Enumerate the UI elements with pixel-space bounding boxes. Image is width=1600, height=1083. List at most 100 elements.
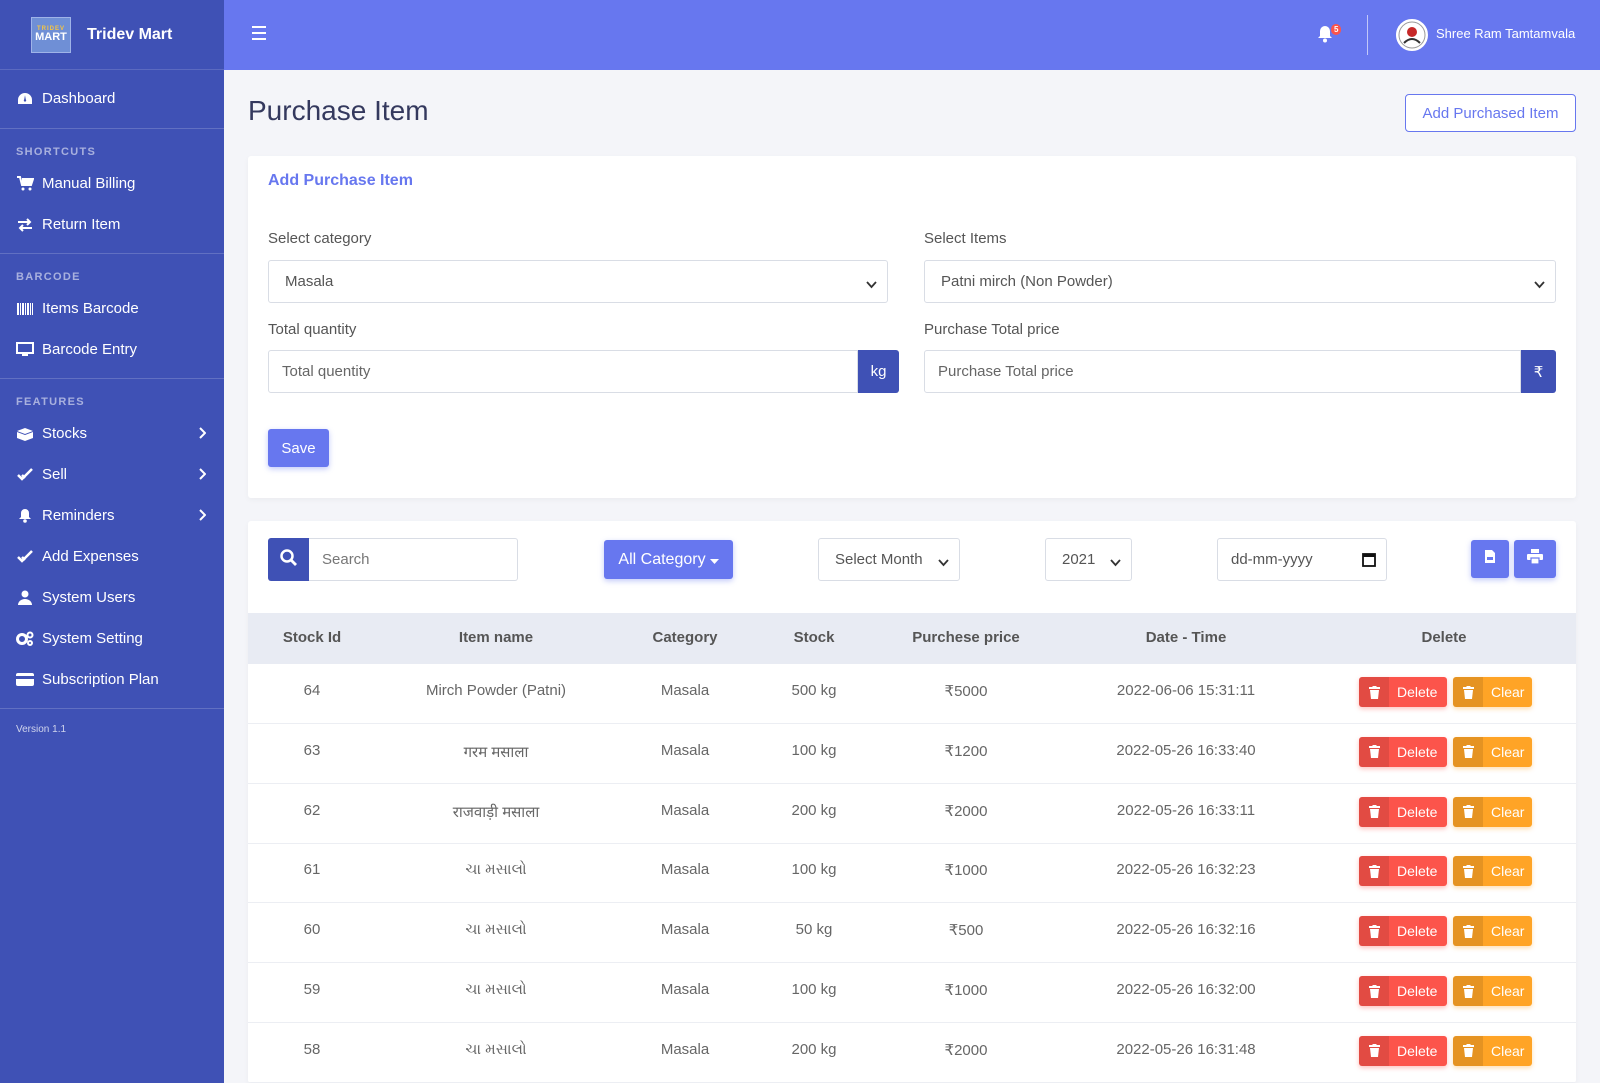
delete-button[interactable]: Delete	[1359, 677, 1447, 707]
trash-icon	[1359, 916, 1389, 947]
sidebar-item-manual-billing[interactable]: Manual Billing	[0, 163, 224, 204]
print-icon	[1527, 549, 1543, 569]
month-select[interactable]: Select Month	[818, 538, 960, 581]
clear-button[interactable]: Clear	[1453, 916, 1532, 947]
avatar[interactable]	[1396, 19, 1428, 51]
sidebar-item-subscription-plan[interactable]: Subscription Plan	[0, 659, 224, 700]
calendar-icon[interactable]	[1362, 552, 1376, 571]
sidebar-item-label: Subscription Plan	[42, 671, 159, 688]
chevron-down-icon	[938, 554, 949, 571]
delete-button[interactable]: Delete	[1359, 916, 1447, 947]
search-icon	[280, 548, 297, 571]
category-label: Select category	[268, 230, 372, 247]
sidebar-item-items-barcode[interactable]: Items Barcode	[0, 288, 224, 329]
sidebar-item-barcode-entry[interactable]: Barcode Entry	[0, 329, 224, 370]
category-select[interactable]: Masala	[268, 260, 888, 303]
trash-icon	[1359, 796, 1389, 827]
card-header: Add Purchase Item	[268, 172, 413, 189]
year-select-value: 2021	[1062, 551, 1096, 568]
search-placeholder: Search	[322, 551, 370, 568]
table-row: 60 ચા મસાલો Masala 50 kg ₹500 2022-05-26 16:3…	[248, 903, 1576, 964]
cell-category: Masala	[660, 682, 710, 699]
quantity-unit-addon: kg	[858, 350, 899, 393]
clear-button[interactable]: Clear	[1453, 1035, 1532, 1066]
trash-icon	[1359, 736, 1389, 767]
trash-icon	[1453, 1035, 1483, 1066]
sidebar-item-label: System Setting	[42, 630, 143, 647]
sidebar-item-label: Return Item	[42, 216, 121, 233]
sidebar-item-sell[interactable]: Sell	[0, 454, 224, 495]
sidebar-item-label: Add Expenses	[42, 548, 139, 565]
clear-button[interactable]: Clear	[1453, 856, 1532, 887]
trash-icon	[1359, 856, 1389, 887]
rupee-addon: ₹	[1521, 350, 1556, 393]
quantity-input[interactable]: Total quentity	[268, 350, 858, 393]
save-button[interactable]: Save	[268, 429, 329, 467]
print-button[interactable]	[1514, 540, 1556, 578]
items-select-value: Patni mirch (Non Powder)	[941, 273, 1113, 290]
all-category-dropdown[interactable]: All Category	[604, 540, 733, 579]
cell-stock: 500 kg	[791, 682, 837, 699]
brand-logo: TRIDEV MART	[31, 16, 71, 53]
cell-category: Masala	[660, 981, 710, 998]
sidebar-item-label: Manual Billing	[42, 175, 136, 192]
delete-button[interactable]: Delete	[1359, 1035, 1447, 1066]
sidebar-item-reminders[interactable]: Reminders	[0, 495, 224, 536]
cart-icon	[16, 175, 34, 193]
sidebar-item-system-setting[interactable]: System Setting	[0, 618, 224, 659]
cell-stock: 200 kg	[791, 801, 837, 819]
cell-date-time: 2022-06-06 15:31:11	[1116, 682, 1256, 699]
chevron-right-icon	[198, 426, 207, 443]
trash-icon	[1359, 976, 1389, 1006]
col-item-name: Item name	[458, 629, 534, 646]
category-select-value: Masala	[285, 273, 334, 290]
col-stock-id: Stock Id	[282, 629, 342, 646]
year-select[interactable]: 2021	[1045, 538, 1132, 581]
sidebar-item-stocks[interactable]: Stocks	[0, 413, 224, 454]
cell-item-name: गरम मसाला	[463, 743, 529, 761]
items-select[interactable]: Patni mirch (Non Powder)	[924, 260, 1556, 303]
cell-stock: 50 kg	[795, 921, 833, 939]
search-button[interactable]	[268, 538, 309, 581]
sidebar-item-label: System Users	[42, 589, 136, 606]
csv-file-icon	[1484, 549, 1496, 569]
date-input[interactable]: dd-mm-yyyy	[1217, 538, 1387, 581]
clear-button[interactable]: Clear	[1453, 736, 1532, 767]
trash-icon	[1453, 856, 1483, 887]
clear-button[interactable]: Clear	[1453, 976, 1532, 1006]
cell-stock: 100 kg	[791, 861, 837, 879]
delete-button[interactable]: Delete	[1359, 796, 1447, 827]
delete-button[interactable]: Delete	[1359, 736, 1447, 767]
brand[interactable]: TRIDEV MART Tridev Mart	[0, 0, 224, 70]
cell-stock-id: 64	[303, 682, 321, 699]
cell-purchase-price: ₹2000	[944, 1041, 988, 1059]
trash-icon	[1453, 796, 1483, 827]
sidebar-item-dashboard[interactable]: Dashboard	[0, 78, 224, 119]
sidebar-item-label: Reminders	[42, 507, 115, 524]
cell-stock-id: 59	[303, 981, 321, 998]
sidebar-item-system-users[interactable]: System Users	[0, 577, 224, 618]
export-csv-button[interactable]	[1471, 540, 1509, 578]
delete-button[interactable]: Delete	[1359, 856, 1447, 887]
cell-date-time: 2022-05-26 16:32:23	[1116, 861, 1256, 879]
clear-button[interactable]: Clear	[1453, 677, 1532, 707]
delete-label: Delete	[1397, 923, 1438, 940]
cell-stock-id: 60	[303, 921, 321, 939]
sidebar-item-return-item[interactable]: Return Item	[0, 204, 224, 245]
cell-date-time: 2022-05-26 16:33:11	[1116, 801, 1256, 819]
add-purchased-item-button[interactable]: Add Purchased Item	[1405, 94, 1576, 132]
user-name[interactable]: Shree Ram Tamtamvala	[1436, 26, 1575, 41]
menu-toggle-icon[interactable]	[252, 26, 266, 40]
trash-icon	[1359, 677, 1389, 707]
price-input[interactable]: Purchase Total price	[924, 350, 1521, 393]
search-input[interactable]: Search	[309, 538, 518, 581]
cell-item-name: ચા મસાલો	[465, 861, 527, 879]
clear-button[interactable]: Clear	[1453, 796, 1532, 827]
delete-label: Delete	[1397, 863, 1438, 880]
sidebar-item-add-expenses[interactable]: Add Expenses	[0, 536, 224, 577]
table-row: 58 ચા મસાલો Masala 200 kg ₹2000 2022-05-26 16…	[248, 1023, 1576, 1083]
delete-button[interactable]: Delete	[1359, 976, 1447, 1006]
items-label: Select Items	[924, 230, 1007, 247]
cell-stock-id: 62	[303, 801, 321, 819]
cell-purchase-price: ₹1200	[944, 742, 988, 760]
